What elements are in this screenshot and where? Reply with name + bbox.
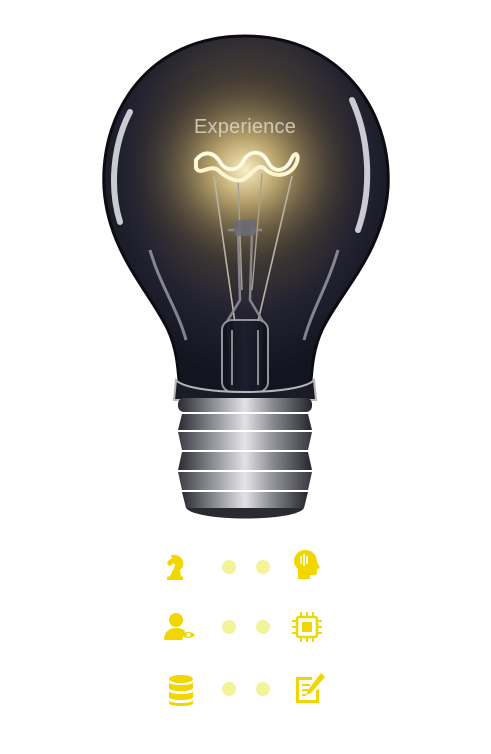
bulb-label: Experience: [193, 116, 297, 138]
row-1-dot-right: [256, 560, 270, 574]
feature-icon-grid: [0, 540, 491, 754]
row-2-dot-right: [256, 620, 270, 634]
database-icon[interactable]: [164, 673, 198, 707]
row-1-dot-left: [222, 560, 236, 574]
cpu-chip-icon[interactable]: [290, 610, 324, 644]
chess-knight-icon[interactable]: [158, 550, 192, 584]
user-eye-icon[interactable]: [162, 610, 196, 644]
edit-document-icon[interactable]: [292, 671, 326, 705]
light-bulb-image: [102, 34, 390, 519]
row-2-dot-left: [222, 620, 236, 634]
row-3-dot-right: [256, 682, 270, 696]
row-3-dot-left: [222, 682, 236, 696]
head-profile-icon[interactable]: [290, 548, 324, 582]
